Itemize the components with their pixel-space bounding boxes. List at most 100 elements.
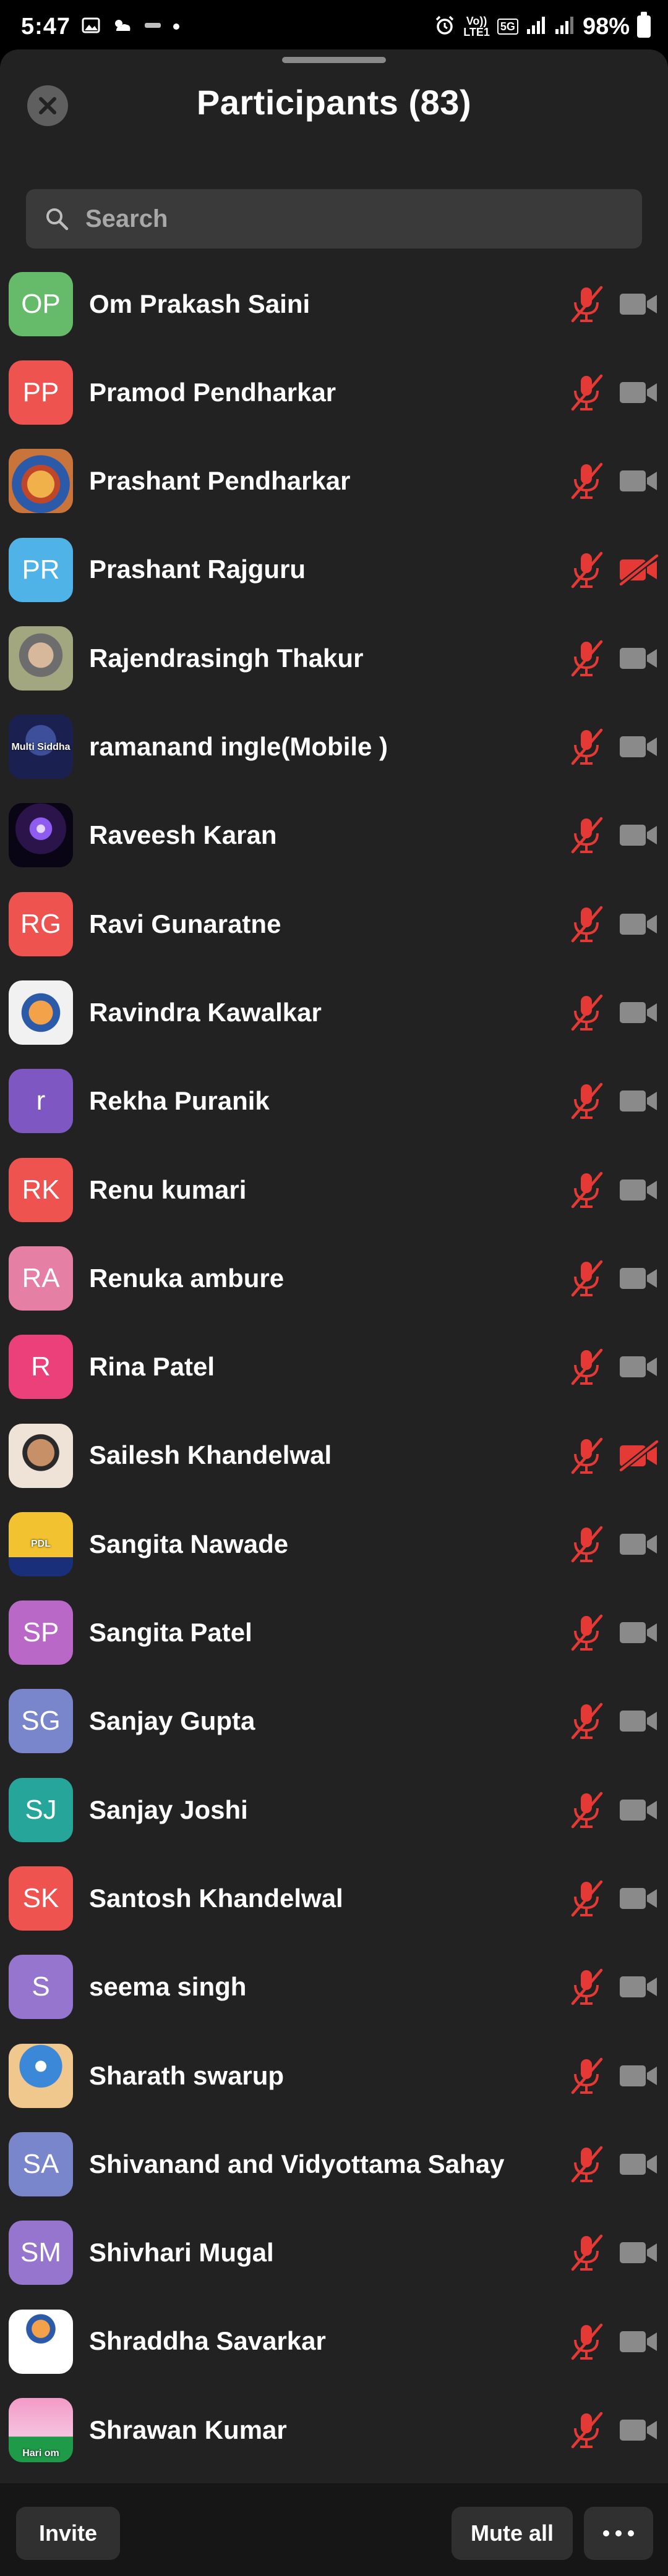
- video-off-icon[interactable]: [619, 2149, 659, 2180]
- video-off-icon[interactable]: [619, 731, 659, 762]
- participant-row[interactable]: RG Ravi Gunaratne: [0, 880, 668, 968]
- mic-muted-icon[interactable]: [568, 1258, 605, 1299]
- mic-muted-icon[interactable]: [568, 1701, 605, 1741]
- alarm-icon: [434, 14, 456, 40]
- participant-row[interactable]: PDL Sangita Nawade: [0, 1500, 668, 1588]
- avatar: [9, 2043, 73, 2108]
- mic-muted-icon[interactable]: [568, 815, 605, 856]
- participant-row[interactable]: Sseema singh: [0, 1943, 668, 2031]
- participant-name: Prashant Pendharkar: [89, 466, 351, 496]
- close-icon: [39, 97, 56, 114]
- video-off-icon[interactable]: [619, 465, 659, 496]
- mute-all-button[interactable]: Mute all: [452, 2507, 573, 2560]
- participant-row[interactable]: Prashant Pendharkar: [0, 437, 668, 525]
- participant-row[interactable]: PP Pramod Pendharkar: [0, 348, 668, 436]
- search-box[interactable]: [26, 189, 642, 249]
- mic-muted-icon[interactable]: [568, 461, 605, 501]
- participant-row[interactable]: SM Shivhari Mugal: [0, 2209, 668, 2297]
- participant-row[interactable]: Sharath swarup: [0, 2031, 668, 2120]
- mic-muted-icon[interactable]: [568, 1966, 605, 2007]
- video-off-icon[interactable]: [619, 643, 659, 674]
- participant-row[interactable]: Sailesh Khandelwal: [0, 1411, 668, 1500]
- participant-row[interactable]: SP Sangita Patel: [0, 1589, 668, 1677]
- video-off-icon[interactable]: [619, 1617, 659, 1648]
- mic-muted-icon[interactable]: [568, 1878, 605, 1919]
- avatar: OP: [9, 271, 73, 336]
- avatar: Hari om: [9, 2397, 73, 2462]
- mic-muted-icon[interactable]: [568, 2232, 605, 2273]
- mic-muted-icon[interactable]: [568, 638, 605, 679]
- participant-row[interactable]: SJ Sanjay Joshi: [0, 1766, 668, 1854]
- more-button[interactable]: [584, 2507, 653, 2560]
- invite-button[interactable]: Invite: [16, 2507, 120, 2560]
- participant-row[interactable]: Multi Siddha ramanand ingle(Mobile ): [0, 703, 668, 791]
- search-input[interactable]: [84, 204, 616, 234]
- participant-row[interactable]: r Rekha Puranik: [0, 1057, 668, 1146]
- mic-muted-icon[interactable]: [568, 550, 605, 590]
- participant-row[interactable]: RK Renu kumari: [0, 1146, 668, 1234]
- mic-muted-icon[interactable]: [568, 1612, 605, 1653]
- participant-row[interactable]: Raveesh Karan: [0, 791, 668, 880]
- participant-row[interactable]: RA Renuka ambure: [0, 1234, 668, 1322]
- video-off-icon[interactable]: [619, 1351, 659, 1382]
- video-off-icon[interactable]: [619, 2326, 659, 2357]
- video-off-icon[interactable]: [619, 2237, 659, 2268]
- mic-muted-icon[interactable]: [568, 992, 605, 1033]
- video-off-icon[interactable]: [619, 820, 659, 851]
- participant-row[interactable]: SK Santosh Khandelwal: [0, 1854, 668, 1942]
- avatar-initials: SG: [21, 1706, 61, 1736]
- mic-muted-icon[interactable]: [568, 372, 605, 413]
- video-off-icon[interactable]: [619, 289, 659, 320]
- participant-row[interactable]: R Rina Patel: [0, 1323, 668, 1411]
- avatar: PR: [9, 537, 73, 602]
- mic-muted-icon[interactable]: [568, 1524, 605, 1565]
- avatar: SM: [9, 2221, 73, 2285]
- video-off-icon[interactable]: [619, 1795, 659, 1826]
- mic-muted-icon[interactable]: [568, 1346, 605, 1387]
- participant-row[interactable]: Rajendrasingh Thakur: [0, 614, 668, 702]
- mic-muted-icon[interactable]: [568, 2144, 605, 2185]
- mic-muted-icon[interactable]: [568, 1170, 605, 1210]
- mic-muted-icon[interactable]: [568, 1435, 605, 1476]
- video-blocked-icon[interactable]: [619, 553, 659, 587]
- video-blocked-icon[interactable]: [619, 1439, 659, 1473]
- participant-name: Sharath swarup: [89, 2060, 285, 2090]
- video-off-icon[interactable]: [619, 377, 659, 408]
- avatar-initials: r: [36, 1086, 46, 1116]
- mic-muted-icon[interactable]: [568, 1081, 605, 1121]
- participant-row[interactable]: Ravindra Kawalkar: [0, 968, 668, 1056]
- mic-muted-icon[interactable]: [568, 284, 605, 325]
- participant-row[interactable]: Shraddha Savarkar: [0, 2297, 668, 2386]
- close-button[interactable]: [27, 85, 68, 126]
- avatar: [9, 803, 73, 868]
- video-off-icon[interactable]: [619, 1971, 659, 2002]
- participant-name: Rina Patel: [89, 1352, 215, 1382]
- video-off-icon[interactable]: [619, 1529, 659, 1560]
- video-off-icon[interactable]: [619, 2060, 659, 2091]
- video-off-icon[interactable]: [619, 1263, 659, 1294]
- video-off-icon[interactable]: [619, 1175, 659, 1205]
- header: Participants (83): [0, 68, 668, 136]
- video-off-icon[interactable]: [619, 2415, 659, 2446]
- video-off-icon[interactable]: [619, 1086, 659, 1116]
- participant-row[interactable]: SG Sanjay Gupta: [0, 1677, 668, 1766]
- participant-row[interactable]: OP Om Prakash Saini: [0, 260, 668, 348]
- participant-row[interactable]: SA Shivanand and Vidyottama Sahay: [0, 2120, 668, 2208]
- video-off-icon[interactable]: [619, 997, 659, 1028]
- mic-muted-icon[interactable]: [568, 2055, 605, 2096]
- mic-muted-icon[interactable]: [568, 1790, 605, 1830]
- mic-muted-icon[interactable]: [568, 726, 605, 767]
- avatar: r: [9, 1069, 73, 1134]
- video-off-icon[interactable]: [619, 1883, 659, 1914]
- participant-row[interactable]: PR Prashant Rajguru: [0, 525, 668, 614]
- mic-muted-icon[interactable]: [568, 2321, 605, 2362]
- status-time: 5:47: [21, 13, 71, 40]
- participant-name: ramanand ingle(Mobile ): [89, 732, 388, 761]
- video-off-icon[interactable]: [619, 909, 659, 940]
- video-off-icon[interactable]: [619, 1706, 659, 1736]
- mic-muted-icon[interactable]: [568, 2410, 605, 2451]
- participant-name: Shrawan Kumar: [89, 2415, 287, 2444]
- participant-row[interactable]: Hari om Shrawan Kumar: [0, 2386, 668, 2474]
- mic-muted-icon[interactable]: [568, 904, 605, 945]
- drag-handle[interactable]: [282, 57, 386, 63]
